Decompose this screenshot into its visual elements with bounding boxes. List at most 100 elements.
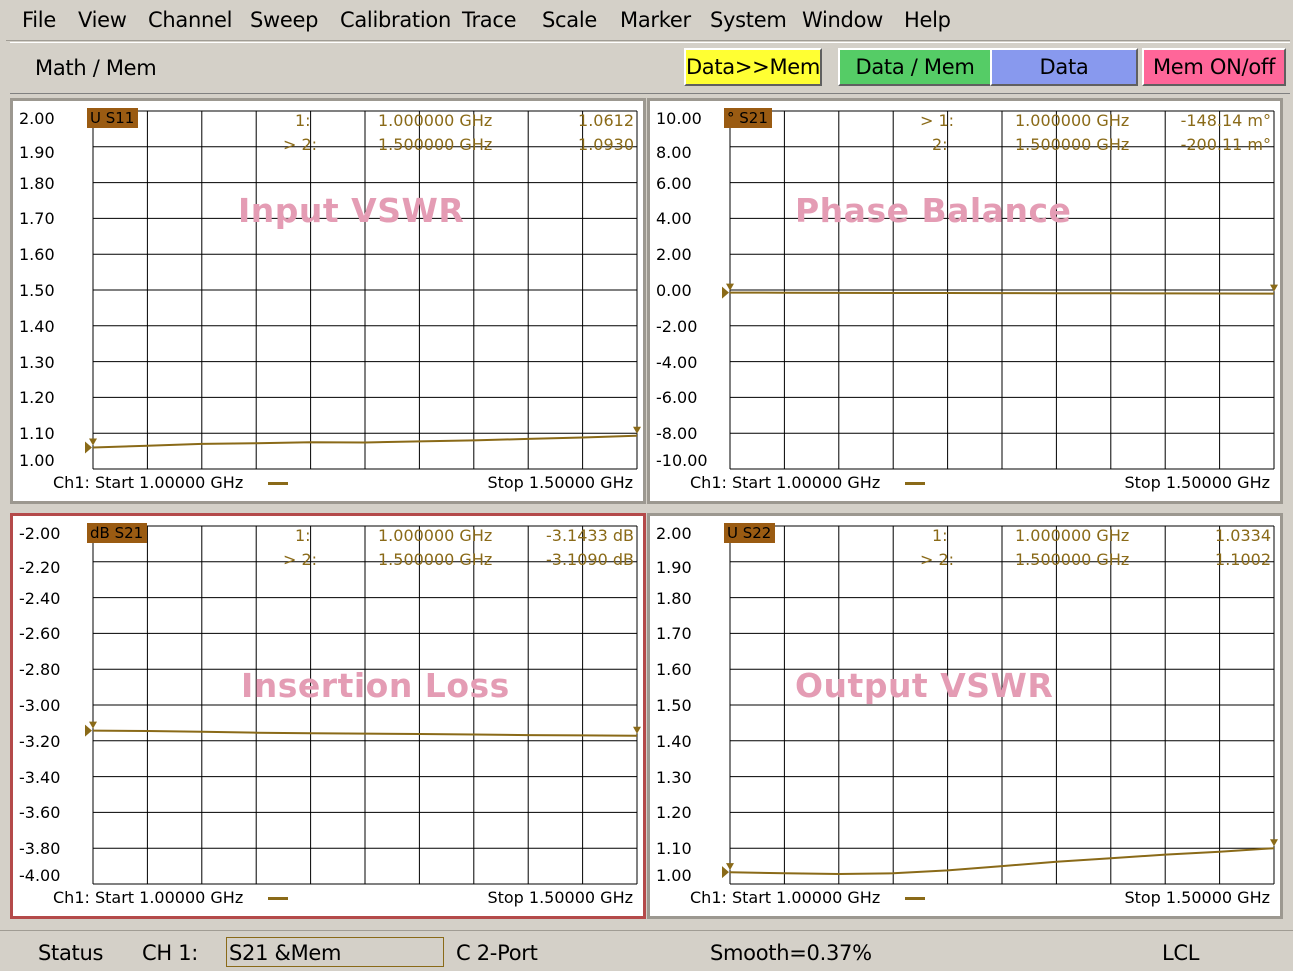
sweep-start: Ch1: Start 1.00000 GHz	[53, 473, 244, 492]
y-tick-label: 2.00	[19, 109, 55, 128]
reference-arrow	[722, 866, 729, 879]
marker-2-triangle	[633, 726, 641, 734]
y-tick-label: 1.90	[19, 142, 55, 162]
pane-title: Input VSWR	[238, 191, 465, 230]
sweep-start: Ch1: Start 1.00000 GHz	[53, 888, 244, 907]
sweep-stop: Stop 1.50000 GHz	[1124, 473, 1270, 492]
y-tick-label: -3.40	[19, 767, 61, 787]
sweep-stop: Stop 1.50000 GHz	[487, 888, 633, 907]
menu-window[interactable]: Window	[802, 8, 883, 32]
trace-legend-dash	[268, 897, 288, 900]
marker-value: -3.1090 dB	[546, 550, 634, 569]
output-vswr-plot	[722, 525, 1278, 885]
reference-arrow	[722, 286, 729, 299]
marker-2-triangle	[1270, 839, 1278, 847]
y-tick-label: 1.10	[19, 424, 55, 444]
trace-legend-dash	[905, 897, 925, 900]
marker-frequency: 1.000000 GHz	[378, 526, 493, 545]
status-channel: CH 1:	[142, 941, 199, 965]
softkey-data-mem[interactable]: Data>>Mem	[684, 48, 822, 86]
marker-value: -148.14 m°	[1180, 111, 1271, 130]
marker-frequency: 1.000000 GHz	[1015, 111, 1130, 130]
y-tick-label: 1.60	[19, 245, 55, 265]
sweep-start: Ch1: Start 1.00000 GHz	[690, 888, 881, 907]
trace-legend-dash	[268, 482, 288, 485]
marker-id: > 1:	[920, 111, 955, 130]
status-field: S21 &Mem	[226, 937, 444, 967]
output-vswr-pane[interactable]: 2.00 1.90 1.80 1.70 1.60 1.50 1.40 1.30 1.20 1.10…	[647, 513, 1283, 919]
menu-sweep[interactable]: Sweep	[250, 8, 318, 32]
marker-id: 1:	[295, 526, 311, 545]
marker-frequency: 1.000000 GHz	[378, 111, 493, 130]
trace-label[interactable]: ° S21	[724, 108, 772, 128]
status-remote: LCL	[1162, 941, 1200, 965]
marker-id: > 2:	[283, 550, 318, 569]
y-tick-label: -3.80	[19, 839, 61, 859]
trace-label[interactable]: U S11	[87, 108, 139, 128]
softkey-title: Math / Mem	[35, 56, 157, 80]
menu-file[interactable]: File	[22, 8, 56, 32]
y-tick-label: -4.00	[656, 352, 698, 372]
menu-trace[interactable]: Trace	[462, 8, 517, 32]
trace-label[interactable]: dB S21	[87, 523, 148, 543]
marker-frequency: 1.500000 GHz	[378, 550, 493, 569]
softkey-data[interactable]: Data	[990, 48, 1138, 86]
plot-grid	[729, 110, 1275, 470]
menu-bar: File View Channel Sweep Calibration Trace Scal…	[6, 0, 1290, 41]
y-tick-label: -3.60	[19, 803, 61, 823]
phase-balance-pane[interactable]: 10.00 8.00 6.00 4.00 2.00 0.00 -2.00 -4.00 -6.00…	[647, 98, 1283, 504]
marker-1-triangle	[726, 863, 734, 871]
menu-channel[interactable]: Channel	[148, 8, 232, 32]
y-tick-label: 4.00	[656, 209, 692, 229]
status-smooth: Smooth=0.37%	[710, 941, 872, 965]
y-tick-label: 10.00	[656, 109, 702, 128]
y-tick-label: 1.70	[19, 209, 55, 229]
marker-value: -200.11 m°	[1180, 135, 1271, 154]
marker-id: > 2:	[920, 550, 955, 569]
input-vswr-plot	[85, 110, 641, 470]
menu-scale[interactable]: Scale	[542, 8, 597, 32]
y-tick-label: 1.20	[19, 388, 55, 408]
pane-title: Output VSWR	[795, 666, 1054, 705]
softkey-data-mem[interactable]: Data / Mem	[838, 48, 992, 86]
y-tick-label: 1.50	[656, 696, 692, 715]
y-tick-label: 0.00	[656, 281, 692, 300]
marker-id: > 2:	[283, 135, 318, 154]
y-tick-label: -2.00	[656, 316, 698, 336]
y-tick-label: -6.00	[656, 388, 698, 408]
y-tick-label: -3.00	[19, 696, 61, 715]
menu-system[interactable]: System	[710, 8, 787, 32]
y-tick-label: 1.30	[19, 352, 55, 372]
input-vswr-pane[interactable]: 2.00 1.90 1.80 1.70 1.60 1.50 1.40 1.30 1.20 1.10…	[10, 98, 646, 504]
marker-1-triangle	[89, 438, 97, 446]
insertion-loss-pane[interactable]: -2.00 -2.20 -2.40 -2.60 -2.80 -3.00 -3.20 -3.40…	[10, 513, 646, 919]
menu-calibration[interactable]: Calibration	[340, 8, 451, 32]
marker-frequency: 1.000000 GHz	[1015, 526, 1130, 545]
reference-arrow	[85, 441, 92, 454]
menu-view[interactable]: View	[78, 8, 127, 32]
y-tick-label: 1.40	[656, 731, 692, 751]
plot-grid	[92, 525, 638, 885]
y-tick-label: 1.70	[656, 624, 692, 644]
marker-value: 1.0612	[578, 111, 634, 130]
status-bar: Status CH 1: S21 &Mem C 2-Port Smooth=0.…	[0, 930, 1293, 971]
marker-id: 2:	[932, 135, 948, 154]
marker-value: 1.0334	[1215, 526, 1271, 545]
status-label: Status	[38, 941, 104, 965]
menu-help[interactable]: Help	[904, 8, 951, 32]
phase-balance-plot	[722, 110, 1278, 470]
y-tick-label: 1.00	[656, 866, 692, 885]
insertion-loss-plot	[85, 525, 641, 885]
softkey-mem-on-off[interactable]: Mem ON/off	[1142, 48, 1286, 86]
menu-marker[interactable]: Marker	[620, 8, 691, 32]
marker-id: 1:	[932, 526, 948, 545]
marker-value: -3.1433 dB	[546, 526, 634, 545]
y-tick-label: 8.00	[656, 142, 692, 162]
marker-frequency: 1.500000 GHz	[1015, 550, 1130, 569]
marker-frequency: 1.500000 GHz	[378, 135, 493, 154]
y-tick-label: 2.00	[656, 524, 692, 543]
trace-label[interactable]: U S22	[724, 523, 776, 543]
y-tick-label: -2.20	[19, 557, 61, 577]
y-tick-label: 6.00	[656, 173, 692, 193]
plot-grid	[92, 110, 638, 470]
